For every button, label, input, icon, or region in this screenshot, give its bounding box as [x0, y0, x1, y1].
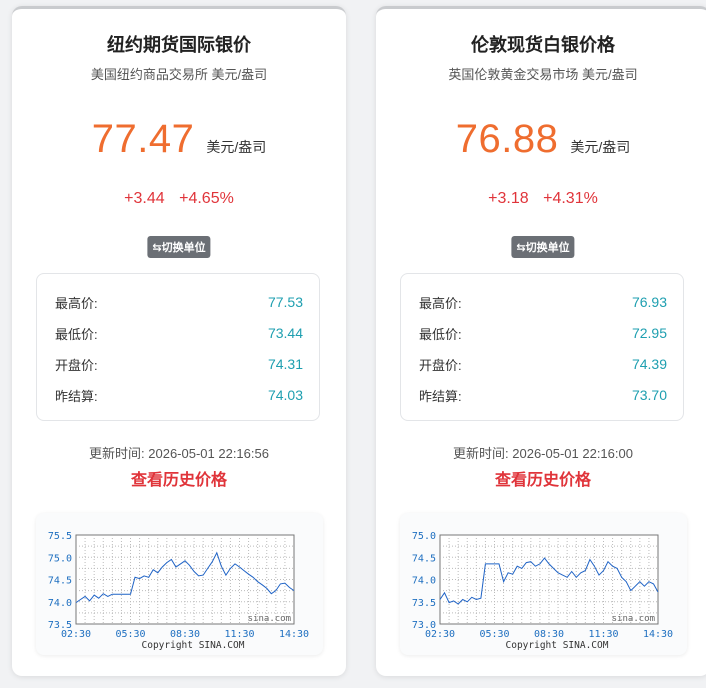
card-subtitle: 英国伦敦黄金交易市场 美元/盎司: [448, 67, 638, 82]
stats-panel: 最高价: 77.53 最低价: 73.44 开盘价: 74.31 昨结算: 74…: [36, 273, 320, 421]
x-tick-label: 05:30: [479, 629, 509, 640]
stat-value: 74.03: [267, 387, 303, 403]
y-tick-label: 73.5: [412, 598, 436, 609]
switch-unit-button[interactable]: ⇆切换单位: [511, 236, 575, 258]
price-change: +3.44: [124, 190, 165, 207]
chart-watermark: sina.com: [612, 614, 655, 624]
stat-row-high: 最高价: 76.93: [419, 292, 667, 312]
stat-label: 开盘价:: [55, 357, 98, 373]
price-row: 76.88 美元/盎司: [376, 115, 706, 163]
stat-value: 72.95: [631, 325, 667, 341]
stat-row-open: 开盘价: 74.31: [55, 354, 303, 374]
price-card-london-silver: 伦敦现货白银价格 英国伦敦黄金交易市场 美元/盎司 76.88 美元/盎司 +3…: [376, 6, 706, 676]
x-tick-label: 08:30: [534, 629, 564, 640]
stat-row-settle: 昨结算: 74.03: [55, 385, 303, 405]
y-tick-label: 75.0: [48, 553, 72, 564]
price-card-ny-silver: 纽约期货国际银价 美国纽约商品交易所 美元/盎司 77.47 美元/盎司 +3.…: [12, 6, 346, 676]
x-tick-label: 08:30: [170, 629, 200, 640]
history-price-link[interactable]: 查看历史价格: [376, 466, 706, 490]
price-change: +3.18: [488, 190, 529, 207]
stat-label: 昨结算:: [55, 388, 98, 404]
x-tick-label: 05:30: [115, 629, 145, 640]
switch-unit-label: 切换单位: [525, 242, 570, 254]
y-tick-label: 75.5: [48, 531, 72, 542]
update-time: 更新时间: 2026-05-01 22:16:00: [453, 446, 633, 461]
intraday-chart: 75.0 74.5 74.0 73.5 73.0 02:30 05:30 08:30 11:30…: [400, 513, 687, 655]
intraday-chart-svg: 75.575.074.574.073.502:30 05:30 08:30 11:30…: [48, 531, 309, 651]
stat-label: 开盘价:: [419, 357, 462, 373]
price-row: 77.47 美元/盎司: [12, 115, 346, 163]
change-row: +3.18 +4.31%: [376, 190, 706, 208]
switch-unit-button[interactable]: ⇆切换单位: [147, 236, 211, 258]
y-tick-label: 75.0: [412, 531, 436, 542]
y-tick-label: 74.5: [48, 576, 72, 587]
x-tick-label: 02:30: [61, 629, 91, 640]
y-tick-label: 74.0: [412, 576, 436, 587]
y-tick-label: 74.0: [48, 598, 72, 609]
intraday-chart-svg: 75.074.574.073.573.002:30 05:30 08:30 11:30…: [412, 531, 673, 651]
history-price-link[interactable]: 查看历史价格: [12, 466, 346, 490]
price-unit: 美元/盎司: [570, 139, 631, 155]
stat-value: 73.70: [631, 387, 667, 403]
stat-label: 最高价:: [55, 295, 98, 311]
x-tick-label: 11:30: [224, 629, 254, 640]
y-tick-label: 74.5: [412, 553, 436, 564]
chart-copyright: Copyright SINA.COM: [142, 640, 245, 651]
switch-unit-label: 切换单位: [161, 242, 206, 254]
stat-value: 76.93: [631, 294, 667, 310]
update-time: 更新时间: 2026-05-01 22:16:56: [89, 446, 269, 461]
price-change-percent: +4.31%: [543, 190, 598, 207]
stat-row-low: 最低价: 72.95: [419, 323, 667, 343]
price-change-percent: +4.65%: [179, 190, 234, 207]
card-title: 伦敦现货白银价格: [471, 35, 615, 55]
x-tick-label: 11:30: [588, 629, 618, 640]
stat-label: 昨结算:: [419, 388, 462, 404]
stat-row-open: 开盘价: 74.39: [419, 354, 667, 374]
card-title: 纽约期货国际银价: [107, 35, 251, 55]
x-tick-label: 14:30: [279, 629, 309, 640]
chart-copyright: Copyright SINA.COM: [506, 640, 609, 651]
swap-arrows-icon: ⇆: [516, 242, 526, 254]
swap-arrows-icon: ⇆: [152, 242, 162, 254]
current-price: 76.88: [455, 117, 559, 161]
change-row: +3.44 +4.65%: [12, 190, 346, 208]
intraday-chart: 75.5 75.0 74.5 74.0 73.5 02:30 05:30 08:30 11:30…: [36, 513, 323, 655]
price-unit: 美元/盎司: [206, 139, 267, 155]
stat-label: 最低价:: [419, 326, 462, 342]
x-tick-label: 14:30: [643, 629, 673, 640]
current-price: 77.47: [91, 117, 195, 161]
stat-row-high: 最高价: 77.53: [55, 292, 303, 312]
card-subtitle: 美国纽约商品交易所 美元/盎司: [90, 67, 268, 82]
stat-row-low: 最低价: 73.44: [55, 323, 303, 343]
stat-label: 最高价:: [419, 295, 462, 311]
stat-label: 最低价:: [55, 326, 98, 342]
stat-value: 74.31: [267, 356, 303, 372]
stat-value: 77.53: [267, 294, 303, 310]
stat-value: 73.44: [267, 325, 303, 341]
stat-value: 74.39: [631, 356, 667, 372]
stat-row-settle: 昨结算: 73.70: [419, 385, 667, 405]
x-tick-label: 02:30: [425, 629, 455, 640]
chart-watermark: sina.com: [248, 614, 291, 624]
stats-panel: 最高价: 76.93 最低价: 72.95 开盘价: 74.39 昨结算: 73…: [400, 273, 684, 421]
